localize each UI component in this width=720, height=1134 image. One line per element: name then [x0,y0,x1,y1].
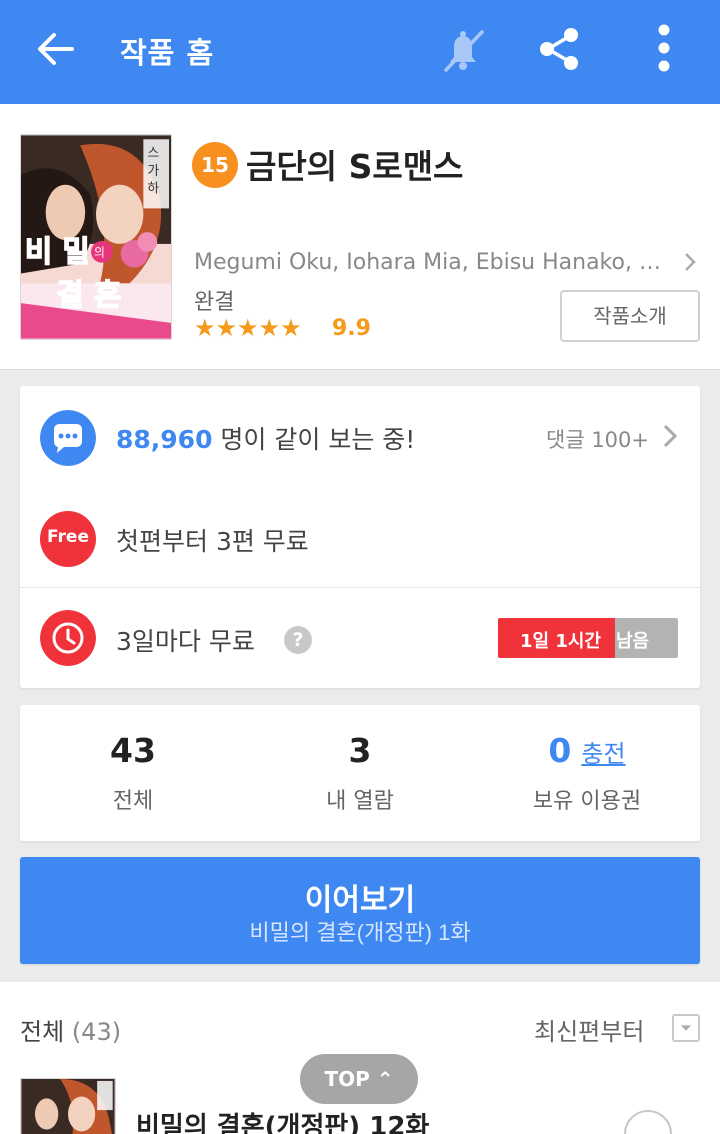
remaining-time-bar: 1일 1시간 남음 [498,618,678,658]
stat-read-value: 3 [348,731,372,770]
chevron-right-icon[interactable] [660,422,680,450]
viewers-row[interactable]: 88,960 명이 같이 보는 중! 댓글 100+ [20,386,700,490]
episode-thumbnail[interactable] [20,1078,116,1134]
svg-text:결 혼: 결 혼 [57,278,122,312]
wait-free-text: 3일마다 무료 [116,627,255,656]
stat-tickets: 0 충전 보유 이용권 [474,705,700,841]
chevron-down-icon[interactable] [672,1014,700,1042]
app-bar: 작품 홈 [0,0,720,104]
remaining-time-text: 1일 1시간 [520,631,601,652]
page-title: 작품 홈 [120,36,215,70]
top-label: TOP [324,1067,370,1091]
svg-text:하: 하 [147,182,159,197]
more-vertical-icon[interactable] [644,22,684,78]
chat-bubble-icon [40,410,96,466]
viewers-count: 88,960 [116,425,213,454]
stat-tickets-value-wrap: 0 충전 [474,731,700,770]
rating-score: 9.9 [332,316,371,341]
free-badge-label: Free [47,527,89,547]
charge-link[interactable]: 충전 [581,740,625,768]
completion-status: 완결 [194,290,235,315]
stat-read: 3 내 열람 [247,705,473,841]
sort-dropdown[interactable]: 최신편부터 [534,1012,644,1047]
notification-off-icon[interactable] [436,24,490,78]
free-episodes-text: 첫편부터 3편 무료 [116,527,309,556]
help-icon[interactable]: ? [284,626,312,654]
list-count: (43) [71,1018,122,1046]
viewers-label: 명이 같이 보는 중! [212,425,416,454]
chevron-up-icon: ⌃ [376,1067,394,1091]
work-title: 금단의 S로맨스 [246,147,464,186]
episode-title[interactable]: 비밀의 결혼(개정판) 12화 [136,1106,429,1134]
stats-card: 43 전체 3 내 열람 0 충전 보유 이용권 [20,705,700,841]
cover-image[interactable]: 비 밀 의 결 혼 스 가 하 [20,134,172,340]
work-info-panel: 비 밀 의 결 혼 스 가 하 15 금단의 S로맨스 Megumi Oku, … [0,104,720,370]
stat-tickets-value: 0 [548,731,572,770]
clock-icon [40,610,96,666]
free-badge-icon: Free [40,511,96,567]
stat-total-label: 전체 [112,789,154,814]
stat-read-label: 내 열람 [326,789,394,814]
svg-text:스: 스 [147,146,159,161]
chevron-right-icon[interactable] [680,250,700,274]
age-rating-badge: 15 [192,142,238,188]
viewers-text: 88,960 명이 같이 보는 중! [116,420,415,456]
stat-total-value: 43 [110,731,156,770]
wait-free-row: 3일마다 무료 ? 1일 1시간 남음 [20,588,700,688]
scroll-top-button[interactable]: TOP ⌃ [300,1054,418,1104]
free-episodes-row: Free 첫편부터 3편 무료 [20,490,700,588]
continue-label: 이어보기 [304,884,416,917]
work-intro-button[interactable]: 작품소개 [560,290,700,342]
svg-text:가: 가 [147,164,159,179]
share-icon[interactable] [534,24,584,74]
list-header: 전체 (43) [20,1012,121,1047]
authors-link[interactable]: Megumi Oku, Iohara Mia, Ebisu Hanako, Ry… [194,250,668,275]
cover-title-text: 비 밀 [25,235,90,269]
continue-reading-button[interactable]: 이어보기 비밀의 결혼(개정판) 1화 [20,857,700,964]
back-arrow-icon[interactable] [30,26,82,72]
star-rating-icon: ★★★★★ [194,314,302,342]
promo-card: 88,960 명이 같이 보는 중! 댓글 100+ Free 첫편부터 3편 … [20,386,700,688]
download-icon[interactable] [624,1110,672,1134]
continue-episode: 비밀의 결혼(개정판) 1화 [249,920,471,945]
remaining-suffix-text: 남음 [616,631,650,652]
stat-total: 43 전체 [20,705,246,841]
list-header-label: 전체 [20,1018,65,1046]
stat-tickets-label: 보유 이용권 [532,789,642,814]
svg-text:의: 의 [94,246,105,260]
comments-link[interactable]: 댓글 100+ [546,424,649,454]
